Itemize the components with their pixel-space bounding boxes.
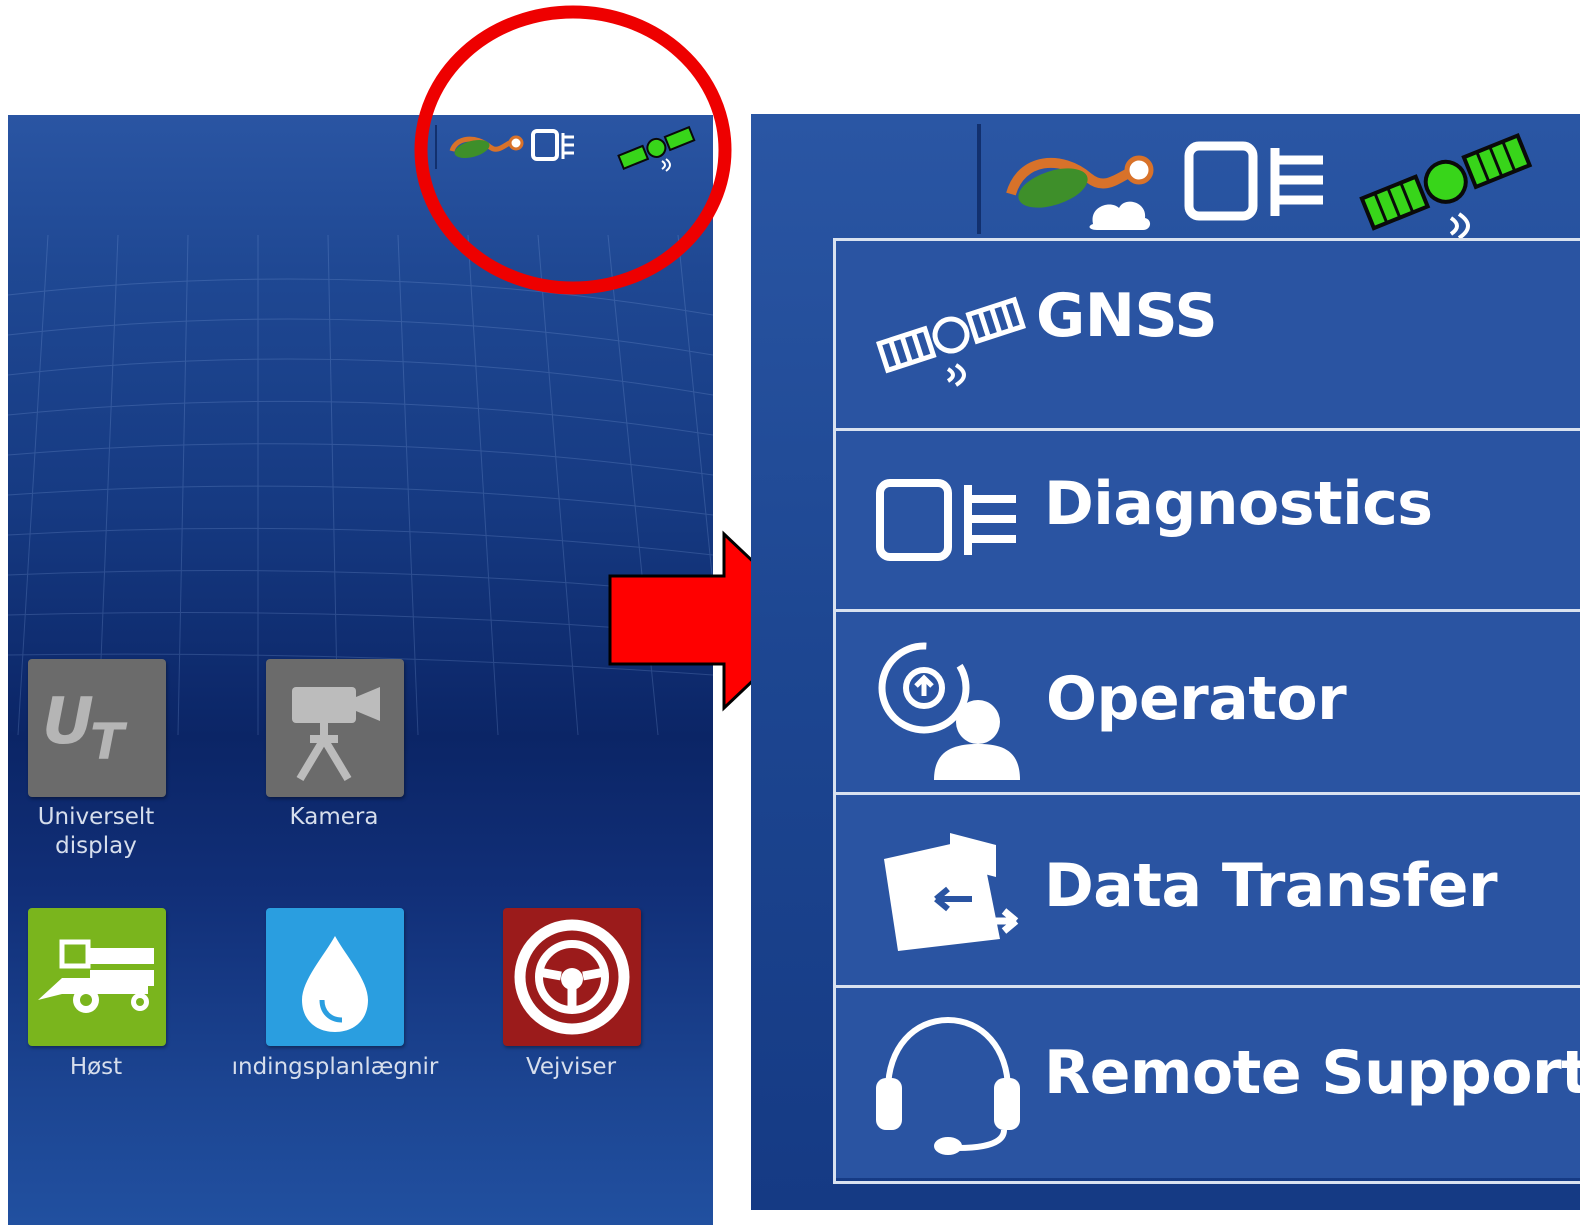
diagnostics-icon [876,479,1016,561]
operator-icon [878,642,1020,780]
svg-text:T: T [90,713,128,771]
svg-text:U: U [42,685,94,759]
steering-wheel-icon [514,919,630,1035]
app-guidance[interactable] [503,908,641,1046]
app-label-application-planning: ındingsplanlægnir [231,1054,439,1080]
menu-label-operator: Operator [1046,664,1347,734]
menu-label-data-transfer: Data Transfer [1044,851,1498,921]
menu-item-diagnostics[interactable]: Diagnostics [836,431,1580,612]
highlight-circle [414,5,732,295]
water-drop-icon [302,936,368,1032]
combine-harvester-icon [38,939,154,1013]
gnss-satellite-icon [876,296,1026,387]
menu-item-gnss[interactable]: GNSS [836,241,1580,431]
diagnostics-icon[interactable] [1183,140,1333,224]
headset-icon [876,1016,1020,1155]
status-menu-screen: GNSS Diagnostics Operator Data Transfer … [751,114,1580,1210]
menu-label-diagnostics: Diagnostics [1044,469,1433,539]
menu-label-gnss: GNSS [1036,281,1218,351]
menu-label-remote-support: Remote Support [1044,1038,1580,1108]
app-universal-display[interactable]: U T [28,659,166,797]
menu-item-remote-support[interactable]: Remote Support [836,988,1580,1178]
app-label-harvest: Høst [69,1054,123,1080]
app-label-guidance: Vejviser [525,1054,617,1080]
app-application-planning[interactable] [266,908,404,1046]
camera-icon [292,687,380,782]
menu-item-data-transfer[interactable]: Data Transfer [836,795,1580,988]
status-divider [977,124,981,234]
universal-terminal-icon: U T [42,685,128,771]
gnss-satellite-icon[interactable] [1355,124,1535,244]
data-transfer-icon [884,833,1019,951]
app-camera[interactable] [266,659,404,797]
app-label-camera: Kamera [289,804,379,830]
status-menu: GNSS Diagnostics Operator Data Transfer … [833,238,1580,1184]
menu-item-operator[interactable]: Operator [836,612,1580,795]
app-label-universal-display: Universelt display [37,804,155,859]
cloud-connection-icon[interactable] [1001,136,1161,232]
app-harvest[interactable] [28,908,166,1046]
